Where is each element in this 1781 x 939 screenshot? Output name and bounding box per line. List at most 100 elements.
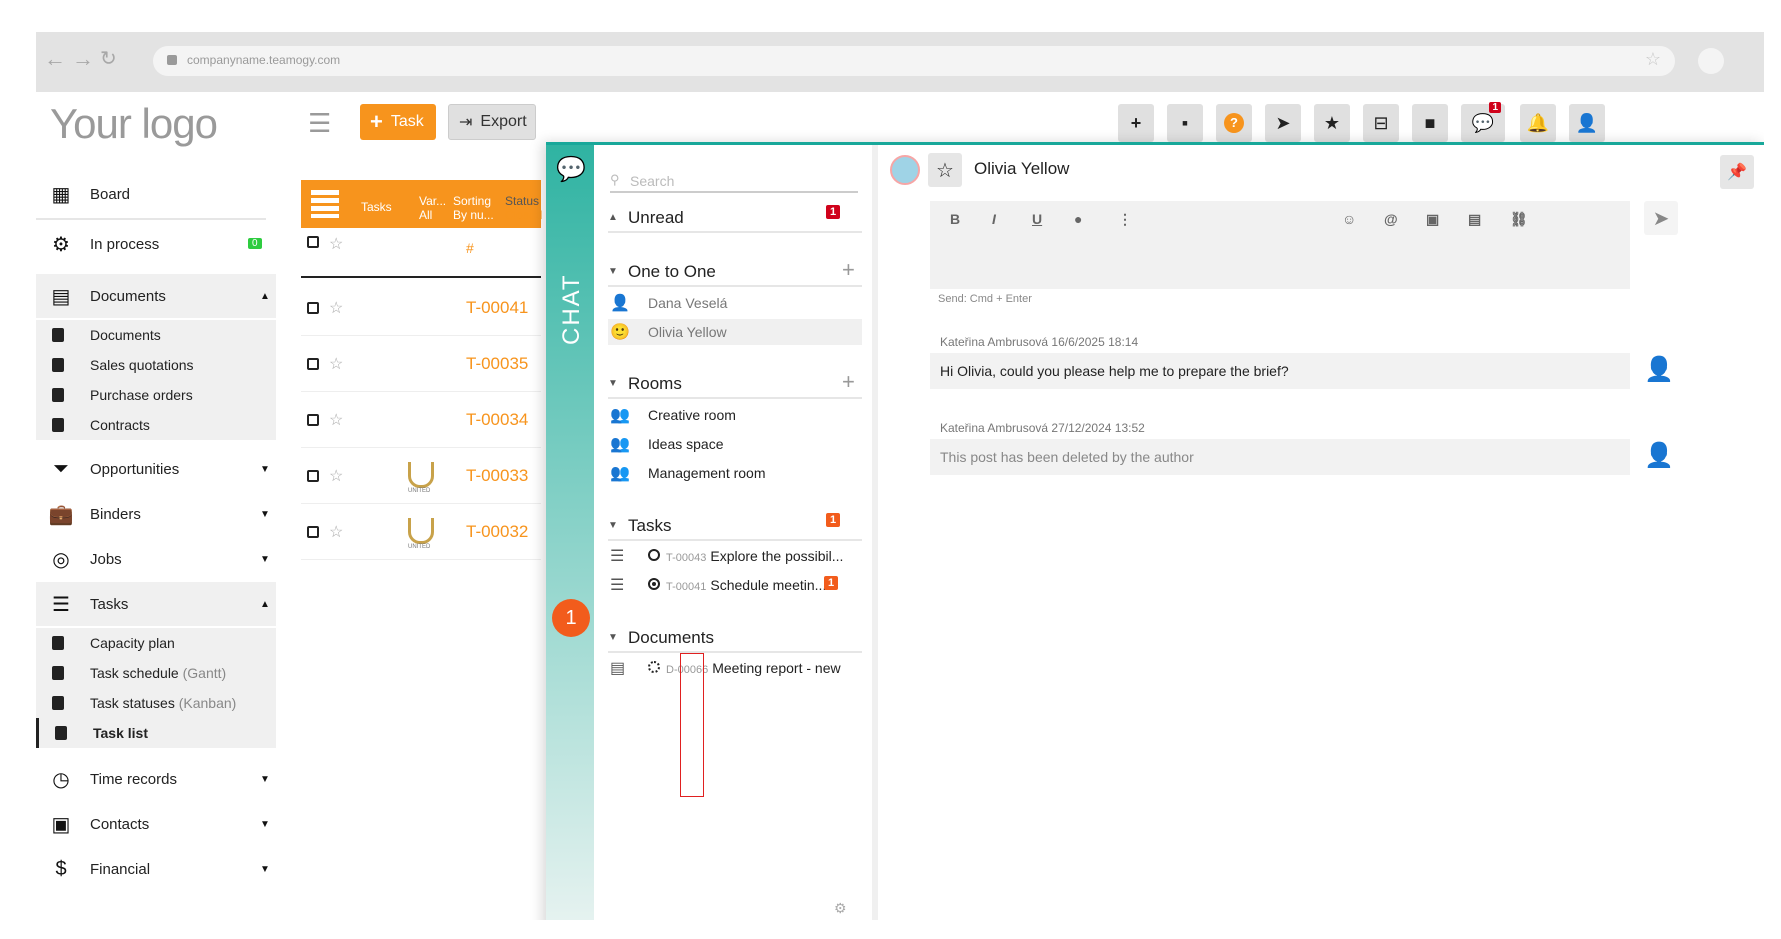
list-view-icon[interactable] — [311, 190, 339, 218]
list-item[interactable]: 👥 Creative room — [608, 402, 862, 428]
section-unread[interactable]: ▲ Unread 1 — [608, 203, 862, 233]
sidebar-subitem-purchase-orders[interactable]: Purchase orders — [36, 380, 276, 410]
reload-icon[interactable]: ↻ — [100, 46, 117, 71]
table-row[interactable]: ☆ UNITED T-00032 — [301, 504, 541, 560]
mention-icon[interactable]: @ — [1384, 211, 1398, 227]
sidebar-item-time-records[interactable]: ◷ Time records ▼ — [36, 757, 276, 801]
breadcrumb-status[interactable]: Status Closed — [505, 194, 542, 228]
star-icon[interactable]: ☆ — [329, 410, 343, 430]
table-row[interactable]: ☆ T-00035 — [301, 336, 541, 392]
image-icon[interactable]: ▣ — [1426, 211, 1439, 228]
row-checkbox[interactable] — [307, 470, 319, 482]
row-checkbox[interactable] — [307, 358, 319, 370]
row-checkbox[interactable] — [307, 414, 319, 426]
sidebar-subitem-task-list[interactable]: Task list — [36, 718, 276, 748]
link-icon[interactable]: ⛓ — [1510, 211, 1528, 228]
section-one-to-one[interactable]: ▼ One to One + — [608, 257, 862, 287]
row-checkbox[interactable] — [307, 302, 319, 314]
video-icon[interactable]: ■ — [1412, 104, 1448, 142]
collapse-menu-icon[interactable]: ☰ — [308, 108, 331, 139]
sidebar-item-tasks[interactable]: ☰ Tasks ▲ — [36, 582, 276, 626]
star-icon[interactable]: ☆ — [329, 354, 343, 374]
united-logo — [408, 518, 434, 544]
list-item[interactable]: ▤ D-00066 Meeting report - new — [608, 655, 862, 681]
table-row[interactable]: ☆ UNITED T-00033 — [301, 448, 541, 504]
breadcrumb-variant[interactable]: Var... All — [419, 194, 446, 228]
list-item[interactable]: 👥 Management room — [608, 460, 862, 486]
status-value: Closed — [505, 208, 543, 222]
sidebar-item-contacts[interactable]: ▣ Contacts ▼ — [36, 802, 276, 846]
sidebar-item-in-process[interactable]: ⚙ In process 0 — [36, 222, 276, 266]
add-task-button[interactable]: + Task — [360, 104, 436, 140]
sidebar-item-board[interactable]: ▦ Board — [36, 172, 276, 216]
add-icon[interactable]: + — [842, 369, 855, 395]
italic-icon[interactable]: I — [992, 211, 996, 227]
emoji-icon[interactable]: ☺ — [1342, 211, 1356, 227]
bookmark-star-icon[interactable]: ☆ — [1645, 49, 1661, 70]
chat-icon[interactable]: 💬 1 — [1461, 102, 1505, 142]
notification-bell-icon[interactable]: 🔔 — [1520, 104, 1556, 142]
favorite-star-icon[interactable]: ☆ — [928, 153, 962, 187]
sidebar-subitem-task-schedule[interactable]: Task schedule (Gantt) — [36, 658, 276, 688]
chat-side-strip: 💬 CHAT 1 — [546, 145, 594, 920]
user-avatar-icon[interactable]: 👤 — [1569, 104, 1605, 142]
task-id[interactable]: T-00034 — [466, 410, 528, 430]
sidebar-subitem-task-statuses[interactable]: Task statuses (Kanban) — [36, 688, 276, 718]
list-item[interactable]: ☰ T-00043 Explore the possibil... — [608, 543, 862, 569]
section-rooms[interactable]: ▼ Rooms + — [608, 369, 862, 399]
sidebar-item-binders[interactable]: 💼 Binders ▼ — [36, 492, 276, 536]
add-icon[interactable]: + — [842, 257, 855, 283]
section-documents[interactable]: ▼ Documents — [608, 623, 862, 653]
list-item[interactable]: 👥 Ideas space — [608, 431, 862, 457]
inbox-icon[interactable]: ⊟ — [1363, 104, 1399, 142]
task-id[interactable]: T-00033 — [466, 466, 528, 486]
search-input[interactable]: ⚲ Search — [610, 165, 858, 193]
gear-icon[interactable]: ⚙ — [834, 900, 847, 917]
add-icon[interactable]: + — [1118, 104, 1154, 142]
address-bar[interactable]: companyname.teamogy.com ☆ — [153, 46, 1675, 76]
underline-icon[interactable]: U — [1032, 211, 1042, 227]
section-tasks[interactable]: ▼ Tasks 1 — [608, 511, 862, 541]
table-row[interactable]: ☆ T-00041 — [301, 280, 541, 336]
help-icon[interactable]: ? — [1216, 104, 1252, 142]
chat-bubble-icon[interactable]: 💬 — [556, 155, 586, 184]
breadcrumb-tasks[interactable]: Tasks — [361, 200, 392, 234]
sidebar-item-jobs[interactable]: ◎ Jobs ▼ — [36, 537, 276, 581]
star-icon[interactable]: ☆ — [329, 298, 343, 318]
column-header-number[interactable]: # — [466, 240, 474, 256]
list-item[interactable]: ☰ T-00041 Schedule meetin... 1 — [608, 572, 862, 598]
sidebar-subitem-sales-quotations[interactable]: Sales quotations — [36, 350, 276, 380]
sidebar-subitem-documents[interactable]: Documents — [36, 320, 276, 350]
task-id[interactable]: T-00035 — [466, 354, 528, 374]
star-icon[interactable]: ☆ — [329, 466, 343, 486]
export-button[interactable]: ⇥ Export — [448, 104, 536, 140]
task-id[interactable]: T-00041 — [466, 298, 528, 318]
browser-profile-icon[interactable] — [1698, 48, 1724, 74]
sidebar-item-financial[interactable]: $ Financial ▼ — [36, 847, 276, 891]
color-drop-icon[interactable]: ● — [1074, 211, 1082, 227]
select-all-checkbox[interactable] — [307, 236, 319, 248]
sidebar-item-documents[interactable]: ▤ Documents ▲ — [36, 274, 276, 318]
sidebar-subitem-contracts[interactable]: Contracts — [36, 410, 276, 440]
favorites-star-icon[interactable]: ★ — [1314, 104, 1350, 142]
bold-icon[interactable]: B — [950, 211, 960, 227]
task-id[interactable]: T-00032 — [466, 522, 528, 542]
note-icon[interactable]: ▪ — [1167, 104, 1203, 142]
table-row[interactable]: ☆ T-00034 — [301, 392, 541, 448]
sidebar-item-opportunities[interactable]: ⏷ Opportunities ▼ — [36, 447, 276, 491]
star-icon[interactable]: ☆ — [329, 234, 343, 254]
sidebar-subitem-capacity-plan[interactable]: Capacity plan — [36, 628, 276, 658]
message-editor[interactable]: B I U ● ⋮ ☺ @ ▣ ▤ ⛓ — [930, 201, 1630, 289]
breadcrumb-sorting[interactable]: Sorting By nu... — [453, 194, 494, 228]
more-options-icon[interactable]: ⋮ — [1118, 211, 1132, 228]
star-icon[interactable]: ☆ — [329, 522, 343, 542]
forward-icon[interactable]: → — [72, 46, 94, 72]
attachment-icon[interactable]: ▤ — [1468, 211, 1481, 228]
send-message-icon[interactable]: ➤ — [1644, 201, 1678, 235]
back-icon[interactable]: ← — [44, 46, 66, 72]
send-icon[interactable]: ➤ — [1265, 104, 1301, 142]
list-item[interactable]: 👤 Dana Veselá — [608, 290, 862, 316]
list-item[interactable]: 🙂 Olivia Yellow — [608, 319, 862, 345]
row-checkbox[interactable] — [307, 526, 319, 538]
pin-icon[interactable]: 📌 — [1720, 155, 1754, 189]
